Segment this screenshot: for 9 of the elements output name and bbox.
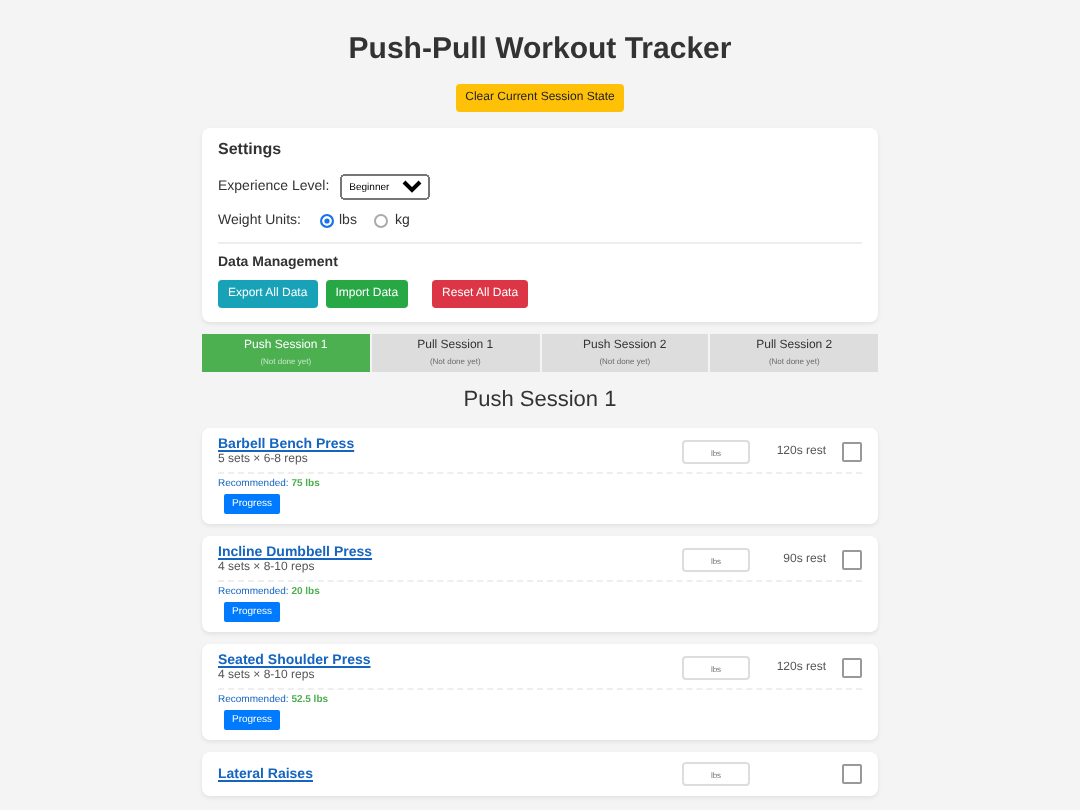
done-checkbox[interactable] (842, 550, 862, 570)
page-title: Push-Pull Workout Tracker (348, 32, 732, 66)
done-checkbox[interactable] (842, 764, 862, 784)
done-checkbox[interactable] (842, 442, 862, 462)
radio-button[interactable] (319, 214, 333, 228)
settings-heading: Settings (218, 140, 284, 158)
session-heading: Push Session 1 (463, 388, 617, 412)
radio-button[interactable] (374, 214, 389, 228)
done-checkbox[interactable] (842, 658, 862, 678)
